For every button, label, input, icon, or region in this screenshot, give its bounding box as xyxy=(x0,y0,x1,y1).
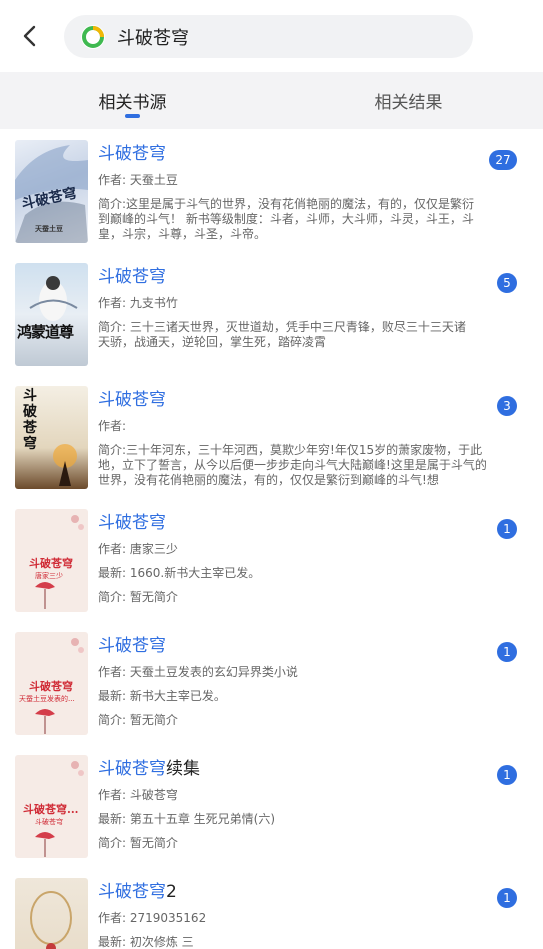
cover-title: 斗破苍穹 xyxy=(29,680,73,693)
tab-related-results[interactable]: 相关结果 xyxy=(336,72,481,129)
book-title[interactable]: 斗破苍穹 xyxy=(98,139,166,164)
book-cover: 斗破苍穹... 斗破苍穹 xyxy=(15,755,88,858)
book-cover: 鸿蒙道尊 xyxy=(15,263,88,366)
book-latest: 最新: 1660.新书大主宰已发。 xyxy=(98,566,261,580)
book-intro-line: 简介: 三十三诸天世界，灭世道劫，凭手中三尺青锋，败尽三十三天诸 xyxy=(98,320,466,334)
book-intro-line: 到巅峰的斗气！ 新书等级制度：斗者，斗师，大斗师，斗灵，斗王，斗 xyxy=(98,212,474,226)
book-title[interactable]: 斗破苍穹2 xyxy=(98,877,177,902)
book-author: 作者: 唐家三少 xyxy=(98,542,178,556)
book-cover: 斗破苍穹 xyxy=(15,386,88,489)
tab-related-sources[interactable]: 相关书源 xyxy=(60,72,205,129)
book-intro: 简介: 暂无简介 xyxy=(98,713,178,727)
list-item[interactable]: 斗破苍穹2 作者: 2719035162 最新: 初次修炼 三 1 xyxy=(0,867,543,949)
book-title[interactable]: 斗破苍穹续集 xyxy=(98,754,200,779)
list-item[interactable]: 斗破苍穹 唐家三少 斗破苍穹 作者: 唐家三少 最新: 1660.新书大主宰已发… xyxy=(0,498,543,621)
result-list[interactable]: 斗破苍穹 天蚕土豆 斗破苍穹 作者: 天蚕土豆 简介:这里是属于斗气的世界，没有… xyxy=(0,129,543,949)
cover-title: 斗破苍穹 xyxy=(29,557,73,570)
source-count-badge: 3 xyxy=(497,396,517,416)
book-title[interactable]: 斗破苍穹 xyxy=(98,631,166,656)
book-author: 作者: 九支书竹 xyxy=(98,296,178,310)
book-latest: 最新: 第五十五章 生死兄弟情(六) xyxy=(98,812,276,826)
book-author: 作者: 天蚕土豆发表的玄幻异界类小说 xyxy=(98,665,298,679)
book-author: 作者: 2719035162 xyxy=(98,911,207,925)
book-latest: 最新: 初次修炼 三 xyxy=(98,935,194,949)
book-latest: 最新: 新书大主宰已发。 xyxy=(98,689,226,703)
cover-title: 鸿蒙道尊 xyxy=(17,323,74,341)
top-bar: 斗破苍穹 xyxy=(0,0,543,72)
cover-title: 斗破苍穹 xyxy=(23,388,37,452)
book-author: 作者: 天蚕土豆 xyxy=(98,173,178,187)
book-author: 作者: xyxy=(98,419,127,433)
book-title[interactable]: 斗破苍穹 xyxy=(98,508,166,533)
book-intro: 简介: 暂无简介 xyxy=(98,590,178,604)
source-count-badge: 1 xyxy=(497,642,517,662)
app-logo-icon xyxy=(79,23,107,51)
book-cover: 斗破苍穹 天蚕土豆 xyxy=(15,140,88,243)
tab-active-indicator xyxy=(125,114,140,118)
book-cover: 斗破苍穹 天蚕土豆发表的... xyxy=(15,632,88,735)
book-intro-line: 世界，没有花俏艳丽的魔法，有的，仅仅是繁衍到巅峰的斗气!想 xyxy=(98,473,439,487)
search-input[interactable]: 斗破苍穹 xyxy=(64,15,473,58)
book-intro-line: 地，立下了誓言，从今以后便一步步走向斗气大陆巅峰!这里是属于斗气的 xyxy=(98,458,487,472)
source-count-badge: 1 xyxy=(497,765,517,785)
chevron-left-icon xyxy=(23,25,36,47)
back-button[interactable] xyxy=(14,20,46,52)
cover-author: 天蚕土豆发表的... xyxy=(19,695,75,703)
book-intro-line: 天骄，战通天，逆轮回，掌生死，踏碎凌霄 xyxy=(98,335,327,349)
book-intro-line: 简介:这里是属于斗气的世界，没有花俏艳丽的魔法，有的，仅仅是繁衍 xyxy=(98,197,475,211)
list-item[interactable]: 斗破苍穹 天蚕土豆 斗破苍穹 作者: 天蚕土豆 简介:这里是属于斗气的世界，没有… xyxy=(0,129,543,252)
list-item[interactable]: 斗破苍穹... 斗破苍穹 斗破苍穹续集 作者: 斗破苍穹 最新: 第五十五章 生… xyxy=(0,744,543,867)
book-author: 作者: 斗破苍穹 xyxy=(98,788,178,802)
cover-author: 斗破苍穹 xyxy=(35,818,63,826)
list-item[interactable]: 斗破苍穹 斗破苍穹 作者: 简介:三十年河东，三十年河西，莫欺少年穷!年仅15岁… xyxy=(0,375,543,498)
list-item[interactable]: 斗破苍穹 天蚕土豆发表的... 斗破苍穹 作者: 天蚕土豆发表的玄幻异界类小说 … xyxy=(0,621,543,744)
book-intro-line: 皇，斗宗，斗尊，斗圣，斗帝。 xyxy=(98,227,267,241)
list-item[interactable]: 鸿蒙道尊 斗破苍穹 作者: 九支书竹 简介: 三十三诸天世界，灭世道劫，凭手中三… xyxy=(0,252,543,375)
book-intro: 简介: 暂无简介 xyxy=(98,836,178,850)
search-query-text: 斗破苍穹 xyxy=(117,27,189,49)
book-title[interactable]: 斗破苍穹 xyxy=(98,262,166,287)
book-cover: 斗破苍穹 唐家三少 xyxy=(15,509,88,612)
source-count-badge: 5 xyxy=(497,273,517,293)
cover-author: 唐家三少 xyxy=(35,572,63,580)
book-cover xyxy=(15,878,88,949)
book-title[interactable]: 斗破苍穹 xyxy=(98,385,166,410)
cover-author: 天蚕土豆 xyxy=(35,224,63,233)
source-count-badge: 1 xyxy=(497,888,517,908)
cover-title: 斗破苍穹... xyxy=(23,803,79,816)
source-count-badge: 27 xyxy=(489,150,517,170)
source-count-badge: 1 xyxy=(497,519,517,539)
book-intro-line: 简介:三十年河东，三十年河西，莫欺少年穷!年仅15岁的萧家废物，于此 xyxy=(98,443,483,457)
tab-bar: 相关书源 相关结果 xyxy=(0,72,543,129)
